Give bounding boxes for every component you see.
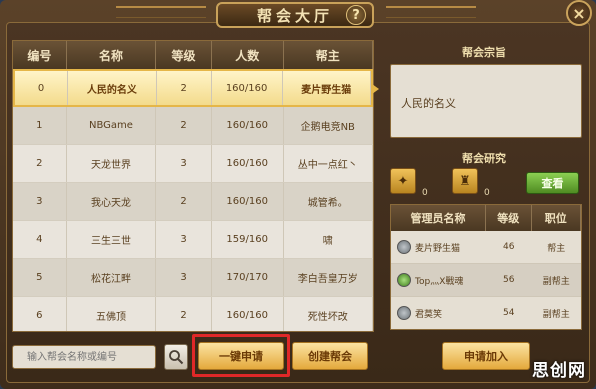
cell-level: 2 — [156, 107, 212, 144]
cell-level: 2 — [156, 297, 212, 331]
cell-members: 160/160 — [212, 183, 284, 220]
admin-role: 副帮主 — [542, 276, 570, 287]
header-leader: 帮主 — [284, 41, 373, 69]
guild-search-input[interactable] — [12, 345, 156, 369]
admin-table-header: 管理员名称 等级 职位 — [391, 205, 581, 231]
cell-leader: 企鹅电竞NB — [284, 107, 373, 144]
cell-leader: 丛中一点红丶 — [284, 145, 373, 182]
cell-id: 1 — [13, 107, 67, 144]
window-title-text: 帮会大厅 — [256, 6, 333, 25]
cell-name: 松花江畔 — [67, 259, 157, 296]
cell-id: 6 — [13, 297, 67, 331]
header-admin-name: 管理员名称 — [391, 205, 486, 231]
cell-leader: 死性坏改 — [284, 297, 373, 331]
header-level: 等级 — [156, 41, 212, 69]
cell-level: 2 — [157, 71, 212, 105]
selected-row-arrow-icon — [372, 84, 379, 94]
apply-join-button[interactable]: 申请加入 — [442, 342, 530, 370]
admin-name-cell: 君莫笑 — [391, 297, 486, 329]
cell-leader: 麦片野生猫 — [283, 71, 371, 105]
cell-id: 2 — [13, 145, 67, 182]
title-decoration-right — [386, 6, 476, 18]
admin-name: 君莫笑 — [415, 309, 443, 320]
avatar — [397, 240, 411, 254]
table-row[interactable]: 2 天龙世界 3 160/160 丛中一点红丶 — [13, 145, 373, 183]
cell-members: 159/160 — [212, 221, 284, 258]
admin-role: 副帮主 — [542, 309, 570, 320]
cell-members: 160/160 — [212, 107, 284, 144]
search-icon — [169, 350, 184, 365]
cell-members: 160/160 — [212, 145, 284, 182]
research-count-2: 0 — [484, 188, 490, 198]
admin-name: Top灬X戰魂 — [415, 276, 464, 287]
cell-level: 2 — [156, 183, 212, 220]
purpose-text: 人民的名义 — [401, 97, 456, 110]
cell-members: 170/170 — [212, 259, 284, 296]
cell-name: 天龙世界 — [67, 145, 157, 182]
search-button[interactable] — [164, 344, 188, 370]
research-count-1: 0 — [422, 188, 428, 198]
table-row[interactable]: 0 人民的名义 2 160/160 麦片野生猫 — [13, 69, 373, 107]
cell-leader: 啸 — [284, 221, 373, 258]
cell-name: 我心天龙 — [67, 183, 157, 220]
create-guild-button[interactable]: 创建帮会 — [292, 342, 368, 370]
guild-table-header: 编号 名称 等级 人数 帮主 — [13, 41, 373, 69]
admin-name-cell: Top灬X戰魂 — [391, 264, 486, 296]
header-admin-role: 职位 — [532, 205, 581, 231]
help-icon[interactable]: ? — [346, 5, 366, 25]
admin-name-cell: 麦片野生猫 — [391, 231, 486, 263]
table-row[interactable]: 4 三生三世 3 159/160 啸 — [13, 221, 373, 259]
cell-level: 3 — [156, 145, 212, 182]
cell-leader: 李白吾皇万岁 — [284, 259, 373, 296]
table-row[interactable]: 3 我心天龙 2 160/160 城管希。 — [13, 183, 373, 221]
admin-name: 麦片野生猫 — [415, 243, 461, 254]
cell-id: 0 — [15, 71, 69, 105]
admin-level: 46 — [503, 242, 515, 252]
avatar — [397, 273, 411, 287]
cell-members: 160/160 — [212, 297, 284, 331]
header-admin-level: 等级 — [486, 205, 532, 231]
research-skill-icon[interactable]: ✦ — [390, 168, 416, 194]
cell-name: 五佛顶 — [67, 297, 157, 331]
close-icon[interactable]: × — [566, 0, 592, 26]
cell-level: 3 — [156, 259, 212, 296]
cell-name: 三生三世 — [67, 221, 157, 258]
admin-role: 帮主 — [547, 243, 566, 254]
cell-id: 4 — [13, 221, 67, 258]
header-members: 人数 — [212, 41, 284, 69]
admin-table: 管理员名称 等级 职位 麦片野生猫 46 帮主 Top灬X戰魂 56 副帮主 君… — [390, 204, 582, 330]
cell-id: 3 — [13, 183, 67, 220]
research-title: 帮会研究 — [462, 152, 506, 165]
cell-id: 5 — [13, 259, 67, 296]
cell-name: 人民的名义 — [68, 71, 157, 105]
avatar — [397, 306, 411, 320]
table-row[interactable]: 5 松花江畔 3 170/170 李白吾皇万岁 — [13, 259, 373, 297]
admin-row[interactable]: 麦片野生猫 46 帮主 — [391, 231, 581, 264]
cell-members: 160/160 — [212, 71, 283, 105]
admin-level: 56 — [503, 275, 515, 285]
admin-level: 54 — [503, 308, 515, 318]
purpose-title: 帮会宗旨 — [462, 46, 506, 59]
header-id: 编号 — [13, 41, 67, 69]
table-row[interactable]: 6 五佛顶 2 160/160 死性坏改 — [13, 297, 373, 331]
watermark: 思创网 — [532, 361, 586, 381]
purpose-box: 人民的名义 — [390, 64, 582, 138]
guild-list-table: 编号 名称 等级 人数 帮主 0 人民的名义 2 160/160 麦片野生猫 1… — [12, 40, 374, 332]
cell-leader: 城管希。 — [284, 183, 373, 220]
view-button[interactable]: 查看 — [526, 172, 579, 194]
cell-name: NBGame — [67, 107, 157, 144]
admin-row[interactable]: Top灬X戰魂 56 副帮主 — [391, 264, 581, 297]
header-name: 名称 — [67, 41, 157, 69]
highlight-box — [192, 334, 290, 377]
cell-level: 3 — [156, 221, 212, 258]
table-row[interactable]: 1 NBGame 2 160/160 企鹅电竞NB — [13, 107, 373, 145]
research-tower-icon[interactable]: ♜ — [452, 168, 478, 194]
admin-row[interactable]: 君莫笑 54 副帮主 — [391, 297, 581, 329]
title-decoration-left — [116, 6, 206, 18]
